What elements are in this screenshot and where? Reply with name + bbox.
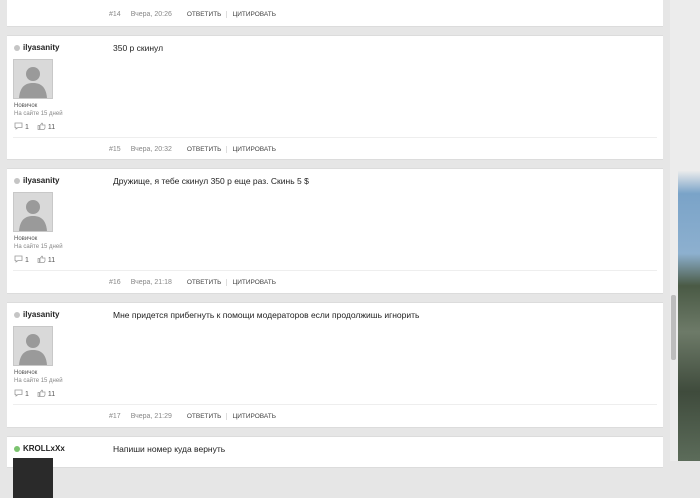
post-card: ilyasanity Новичок На сайте 15 дней 1 11… [7, 302, 663, 428]
post-date: Вчера, 21:29 [130, 412, 172, 420]
comment-count: 1 [25, 123, 29, 131]
user-rank: Новичок [14, 370, 38, 376]
post-author[interactable]: ilyasanity [14, 310, 59, 319]
like-icon [37, 122, 46, 132]
user-rank: Новичок [14, 236, 38, 242]
member-since: На сайте 15 дней [14, 111, 63, 117]
user-stats: 1 11 [14, 122, 55, 132]
reply-button[interactable]: ОТВЕТИТЬ [182, 278, 228, 286]
post-date: Вчера, 21:18 [130, 278, 172, 286]
quote-button[interactable]: ЦИТИРОВАТЬ [227, 413, 281, 420]
post-text: Напиши номер куда вернуть [113, 444, 226, 454]
avatar[interactable] [13, 59, 53, 99]
post-text: 350 р скинул [113, 43, 164, 53]
offline-status-icon [14, 44, 20, 51]
like-icon [37, 255, 46, 265]
comment-icon [14, 389, 23, 399]
user-rank: Новичок [14, 103, 38, 109]
user-stats: 1 11 [14, 389, 55, 399]
like-count: 11 [47, 123, 56, 131]
post-card: #14 Вчера, 20:26 ОТВЕТИТЬ ЦИТИРОВАТЬ [7, 0, 663, 27]
quote-button[interactable]: ЦИТИРОВАТЬ [227, 279, 281, 286]
post-footer: #14 Вчера, 20:26 ОТВЕТИТЬ ЦИТИРОВАТЬ [13, 3, 657, 25]
member-since: На сайте 15 дней [14, 244, 63, 250]
post-footer: #16 Вчера, 21:18 ОТВЕТИТЬ ЦИТИРОВАТЬ [13, 270, 657, 293]
post-number[interactable]: #16 [109, 279, 121, 286]
post-text: Дружище, я тебе скинул 350 р еще раз. Ск… [113, 176, 309, 186]
online-status-icon [14, 445, 20, 452]
post-author[interactable]: ilyasanity [14, 43, 59, 52]
post-number[interactable]: #17 [109, 413, 121, 420]
comment-count: 1 [25, 256, 29, 264]
post-footer: #17 Вчера, 21:29 ОТВЕТИТЬ ЦИТИРОВАТЬ [13, 404, 657, 427]
comment-icon [14, 122, 23, 132]
post-number[interactable]: #14 [109, 11, 121, 18]
avatar[interactable] [13, 458, 53, 498]
post-date: Вчера, 20:26 [130, 10, 172, 18]
offline-status-icon [14, 177, 20, 184]
author-name[interactable]: ilyasanity [23, 176, 59, 185]
comment-icon [14, 255, 23, 265]
like-count: 11 [47, 390, 56, 398]
author-name[interactable]: KROLLxXx [23, 444, 65, 453]
comment-count: 1 [25, 390, 29, 398]
author-name[interactable]: ilyasanity [23, 43, 59, 52]
post-date: Вчера, 20:32 [130, 145, 172, 153]
post-card: ilyasanity Новичок На сайте 15 дней 1 11… [7, 35, 663, 160]
quote-button[interactable]: ЦИТИРОВАТЬ [227, 146, 281, 153]
post-card: ilyasanity Новичок На сайте 15 дней 1 11… [7, 168, 663, 294]
user-stats: 1 11 [14, 255, 55, 265]
reply-button[interactable]: ОТВЕТИТЬ [182, 412, 228, 420]
scrollbar[interactable] [670, 0, 678, 461]
like-icon [37, 389, 46, 399]
post-footer: #15 Вчера, 20:32 ОТВЕТИТЬ ЦИТИРОВАТЬ [13, 137, 657, 160]
post-text: Мне придется прибегнуть к помощи модерат… [113, 310, 420, 320]
quote-button[interactable]: ЦИТИРОВАТЬ [227, 11, 281, 18]
desktop-wallpaper [678, 0, 700, 461]
avatar[interactable] [13, 192, 53, 232]
reply-button[interactable]: ОТВЕТИТЬ [182, 10, 228, 18]
avatar[interactable] [13, 326, 53, 366]
post-author[interactable]: ilyasanity [14, 176, 59, 185]
post-number[interactable]: #15 [109, 146, 121, 153]
thread-page: #14 Вчера, 20:26 ОТВЕТИТЬ ЦИТИРОВАТЬ ily… [0, 0, 670, 498]
member-since: На сайте 15 дней [14, 378, 63, 384]
reply-button[interactable]: ОТВЕТИТЬ [182, 145, 228, 153]
post-author[interactable]: KROLLxXx [14, 444, 65, 453]
offline-status-icon [14, 311, 20, 318]
scrollbar-thumb[interactable] [671, 295, 676, 360]
author-name[interactable]: ilyasanity [23, 310, 59, 319]
post-card: KROLLxXx Напиши номер куда вернуть [7, 436, 663, 498]
like-count: 11 [47, 256, 56, 264]
